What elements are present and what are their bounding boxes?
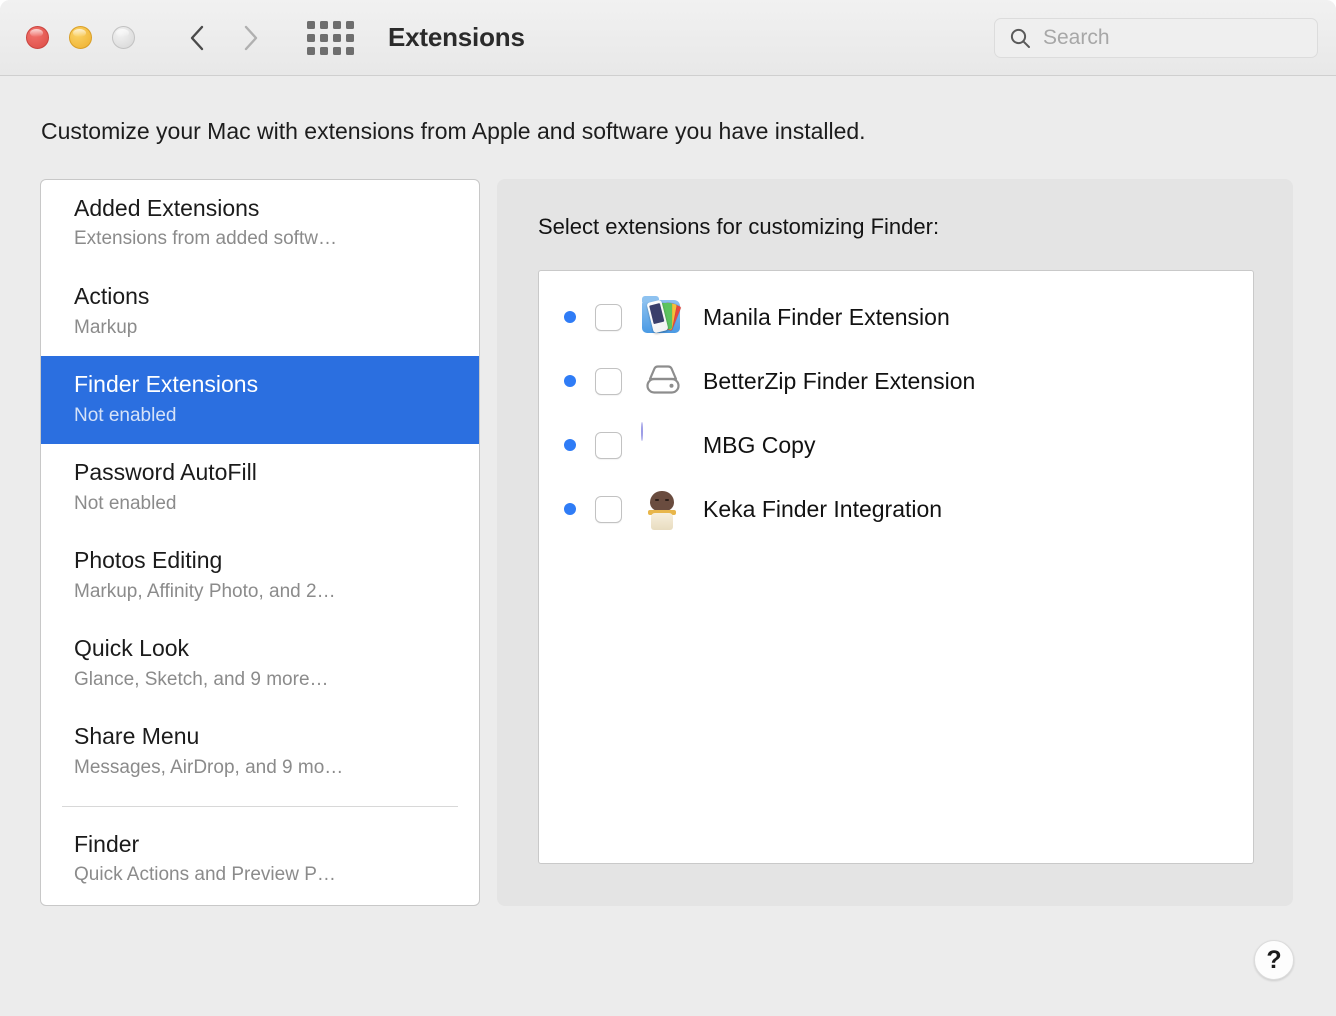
pane-description: Customize your Mac with extensions from …: [41, 118, 866, 144]
list-item[interactable]: MBG Copy: [539, 413, 1253, 477]
enable-checkbox[interactable]: [595, 367, 622, 395]
sidebar-item-subtitle: Messages, AirDrop, and 9 mo…: [74, 756, 344, 778]
zoom-button[interactable]: [112, 26, 135, 49]
list-item[interactable]: BetterZip Finder Extension: [539, 349, 1253, 413]
sidebar-item-photos-editing[interactable]: Photos Editing Markup, Affinity Photo, a…: [41, 532, 479, 620]
list-item[interactable]: Manila Finder Extension: [539, 285, 1253, 349]
new-indicator-dot: [564, 439, 576, 451]
sidebar-item-title: Photos Editing: [74, 547, 223, 574]
search-icon: [1009, 27, 1031, 49]
minimize-button[interactable]: [69, 26, 92, 49]
list-item[interactable]: Keka Finder Integration: [539, 477, 1253, 541]
mbgcopy-app-icon: [641, 422, 685, 467]
sidebar-item-password-autofill[interactable]: Password AutoFill Not enabled: [41, 444, 479, 532]
navigation-buttons: [189, 24, 259, 52]
extension-name: Manila Finder Extension: [703, 303, 950, 330]
sidebar-item-subtitle: Not enabled: [74, 404, 177, 426]
extension-name: BetterZip Finder Extension: [703, 367, 976, 394]
sidebar-item-subtitle: Markup, Affinity Photo, and 2…: [74, 580, 336, 602]
sidebar-item-finder[interactable]: Finder Quick Actions and Preview P…: [41, 816, 479, 904]
sidebar-item-title: Password AutoFill: [74, 459, 257, 486]
sidebar-item-title: Share Menu: [74, 723, 200, 750]
enable-checkbox[interactable]: [595, 303, 622, 331]
sidebar-divider: [62, 805, 458, 807]
new-indicator-dot: [564, 503, 576, 515]
enable-checkbox[interactable]: [595, 495, 622, 523]
detail-heading: Select extensions for customizing Finder…: [538, 214, 940, 239]
new-indicator-dot: [564, 375, 576, 387]
enable-checkbox[interactable]: [595, 431, 622, 459]
window-titlebar: Extensions: [0, 0, 1336, 76]
search-input[interactable]: [1043, 26, 1293, 50]
sidebar-item-subtitle: Extensions from added softw…: [74, 228, 337, 250]
extension-categories-list[interactable]: Added Extensions Extensions from added s…: [40, 179, 480, 906]
extension-name: MBG Copy: [703, 431, 816, 458]
keka-app-icon: [641, 487, 685, 531]
sidebar-item-title: Finder Extensions: [74, 371, 259, 398]
grid-icon[interactable]: [307, 20, 354, 55]
window-controls: [26, 26, 135, 49]
sidebar-item-subtitle: Quick Actions and Preview P…: [74, 863, 336, 885]
sidebar-item-subtitle: Glance, Sketch, and 9 more…: [74, 668, 329, 690]
sidebar-item-added-extensions[interactable]: Added Extensions Extensions from added s…: [41, 180, 479, 268]
help-button[interactable]: ?: [1254, 940, 1294, 980]
extension-name: Keka Finder Integration: [703, 495, 943, 522]
close-button[interactable]: [26, 26, 49, 49]
sidebar-item-share-menu[interactable]: Share Menu Messages, AirDrop, and 9 mo…: [41, 708, 479, 796]
sidebar-item-title: Added Extensions: [74, 195, 260, 221]
sidebar-item-title: Finder: [74, 830, 140, 857]
chevron-left-icon[interactable]: [189, 24, 205, 52]
sidebar-item-finder-extensions[interactable]: Finder Extensions Not enabled: [41, 356, 479, 445]
preferences-window: Extensions Customize your Mac with exten…: [0, 0, 1336, 1016]
extensions-list[interactable]: Manila Finder Extension BetterZip Finder…: [538, 270, 1254, 864]
sidebar-item-subtitle: Markup: [74, 316, 138, 338]
sidebar-item-quick-look[interactable]: Quick Look Glance, Sketch, and 9 more…: [41, 620, 479, 708]
new-indicator-dot: [564, 311, 576, 323]
sidebar-item-title: Actions: [74, 283, 150, 310]
betterzip-app-icon: [641, 359, 685, 403]
sidebar-item-actions[interactable]: Actions Markup: [41, 268, 479, 356]
sidebar-item-title: Quick Look: [74, 635, 190, 662]
search-field[interactable]: [994, 18, 1318, 58]
manila-app-icon: [641, 295, 685, 339]
chevron-right-icon[interactable]: [243, 24, 259, 52]
detail-panel: Select extensions for customizing Finder…: [497, 179, 1293, 906]
page-title: Extensions: [388, 22, 525, 52]
sidebar-item-subtitle: Not enabled: [74, 492, 177, 514]
